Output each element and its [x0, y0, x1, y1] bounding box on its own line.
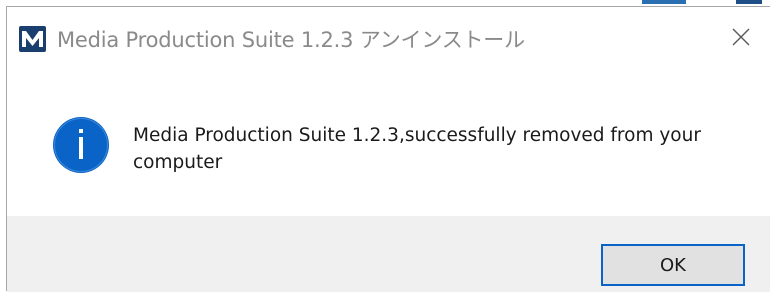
window-title: Media Production Suite 1.2.3 アンインストール [57, 28, 525, 52]
info-icon [53, 117, 109, 173]
uninstall-dialog: Media Production Suite 1.2.3 アンインストール Me… [6, 6, 770, 292]
close-x-icon [732, 28, 750, 46]
ok-button[interactable]: OK [601, 244, 745, 286]
media-production-suite-logo-icon [19, 26, 46, 52]
button-bar: OK [7, 216, 770, 292]
dialog-content: Media Production Suite 1.2.3,successfull… [7, 61, 770, 216]
background-window-fragment [736, 0, 762, 4]
background-window-fragment [642, 0, 686, 4]
close-button[interactable] [718, 19, 764, 55]
message-text: Media Production Suite 1.2.3,successfull… [133, 125, 701, 173]
title-bar[interactable]: Media Production Suite 1.2.3 アンインストール [7, 7, 770, 61]
